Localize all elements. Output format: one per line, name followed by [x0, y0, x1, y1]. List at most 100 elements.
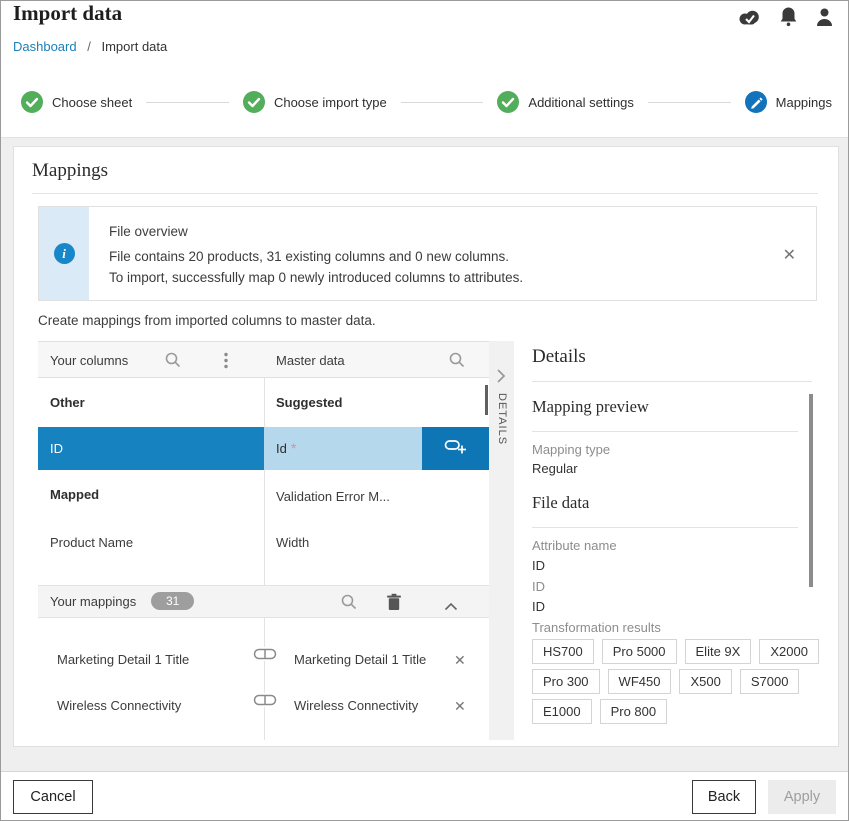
footer-bar: Cancel Back Apply [1, 771, 848, 820]
suggested-target-label: Id [276, 441, 287, 456]
transformation-chip: Pro 5000 [602, 639, 677, 664]
chain-link-icon [252, 647, 278, 661]
step-label: Choose import type [274, 95, 387, 110]
step-connector [146, 102, 229, 103]
transformation-chip: WF450 [608, 669, 672, 694]
user-icon[interactable] [815, 7, 834, 27]
card-title: Mappings [32, 160, 108, 182]
kebab-menu-icon[interactable] [224, 352, 228, 374]
your-columns-header: Your columns [50, 353, 128, 368]
step-choose-sheet[interactable]: Choose sheet [21, 91, 132, 113]
header-actions [737, 6, 834, 27]
page-header: Import data Dashboard / Import data [1, 1, 848, 138]
transformation-chip-row: HS700 Pro 5000 Elite 9X X2000 [532, 639, 819, 664]
step-choose-import-type[interactable]: Choose import type [243, 91, 387, 113]
transformation-chip: Pro 800 [600, 699, 668, 724]
step-label: Mappings [776, 95, 832, 110]
trash-icon[interactable] [386, 593, 402, 616]
back-button[interactable]: Back [692, 780, 756, 814]
breadcrumb-separator: / [87, 39, 91, 54]
chain-link-icon [252, 693, 278, 707]
step-label: Choose sheet [52, 95, 132, 110]
step-label: Additional settings [528, 95, 634, 110]
master-data-item[interactable]: Width [276, 535, 309, 550]
page-title: Import data [13, 1, 122, 26]
file-data-heading: File data [532, 493, 589, 513]
check-icon [497, 91, 519, 113]
info-icon: i [54, 243, 75, 264]
cancel-button[interactable]: Cancel [13, 780, 93, 814]
transformation-chip: E1000 [532, 699, 592, 724]
infobox-title: File overview [109, 224, 188, 239]
pencil-icon [745, 91, 767, 113]
attribute-value: ID [532, 579, 545, 594]
remove-mapping-icon[interactable]: ✕ [454, 698, 466, 715]
search-icon[interactable] [448, 351, 466, 374]
details-scrollbar[interactable] [809, 394, 813, 587]
search-icon[interactable] [164, 351, 182, 374]
remove-mapping-icon[interactable]: ✕ [454, 652, 466, 669]
infobox-accent-strip: i [39, 207, 89, 300]
wizard-stepper: Choose sheet Choose import type Addition… [21, 87, 832, 117]
file-overview-infobox: i File overview File contains 20 product… [38, 206, 817, 301]
step-mappings[interactable]: Mappings [745, 91, 832, 113]
transformation-chip: S7000 [740, 669, 800, 694]
page-content: Mappings i File overview File contains 2… [1, 138, 848, 773]
transformation-chip-row: E1000 Pro 800 [532, 699, 667, 724]
check-icon [243, 91, 265, 113]
mappings-card: Mappings i File overview File contains 2… [13, 146, 839, 747]
columns-mapping-table: Your columns Master data Other Suggested [38, 341, 489, 740]
mapping-instructions: Create mappings from imported columns to… [38, 313, 376, 328]
chevron-right-icon[interactable] [497, 369, 505, 388]
divider [32, 193, 818, 194]
mapping-source-label: Wireless Connectivity [57, 698, 181, 713]
notifications-bell-icon[interactable] [779, 6, 798, 27]
details-panel: Details Mapping preview Mapping type Reg… [514, 341, 828, 740]
link-add-icon [444, 438, 468, 460]
create-mapping-button[interactable] [422, 427, 489, 470]
transformation-results-label: Transformation results [532, 620, 661, 635]
mapping-type-value: Regular [532, 461, 578, 476]
mapping-source-label: Marketing Detail 1 Title [57, 652, 189, 667]
apply-button[interactable]: Apply [768, 780, 836, 814]
divider [532, 381, 812, 382]
step-additional-settings[interactable]: Additional settings [497, 91, 634, 113]
mapping-preview-heading: Mapping preview [532, 397, 649, 417]
group-suggested-label: Suggested [276, 395, 342, 410]
master-data-scrollbar[interactable] [485, 385, 488, 415]
attribute-value: ID [532, 599, 545, 614]
step-connector [401, 102, 484, 103]
check-icon [21, 91, 43, 113]
transformation-chip-row: Pro 300 WF450 X500 S7000 [532, 669, 799, 694]
cloud-sync-icon[interactable] [737, 7, 762, 27]
your-mappings-label: Your mappings [50, 594, 136, 609]
mapping-type-label: Mapping type [532, 442, 610, 457]
suggested-target-id[interactable]: Id * [264, 427, 422, 470]
breadcrumb-dashboard-link[interactable]: Dashboard [13, 39, 77, 54]
step-connector [648, 102, 731, 103]
divider [532, 431, 798, 432]
transformation-chip: X2000 [759, 639, 819, 664]
your-mappings-bar[interactable]: Your mappings 31 [38, 585, 489, 618]
mapping-target-label: Wireless Connectivity [294, 698, 418, 713]
search-icon[interactable] [340, 593, 358, 616]
transformation-chip: Elite 9X [685, 639, 752, 664]
close-icon[interactable]: ✕ [783, 245, 796, 265]
mappings-count-badge: 31 [151, 592, 194, 610]
required-marker: * [291, 440, 296, 456]
details-title: Details [532, 346, 586, 368]
source-column-item[interactable]: Product Name [50, 535, 133, 550]
divider [532, 527, 798, 528]
selected-source-column-id[interactable]: ID [38, 427, 264, 470]
breadcrumb: Dashboard / Import data [13, 39, 167, 54]
details-tab-label: DETAILS [496, 393, 508, 445]
details-collapse-strip[interactable]: DETAILS [489, 341, 514, 740]
master-data-item[interactable]: Validation Error M... [276, 489, 390, 504]
attribute-name-label: Attribute name [532, 538, 617, 553]
group-other-label: Other [50, 395, 85, 410]
chevron-up-icon[interactable] [444, 598, 458, 616]
table-header: Your columns Master data [38, 341, 489, 378]
transformation-chip: Pro 300 [532, 669, 600, 694]
infobox-text-line2: To import, successfully map 0 newly intr… [109, 270, 523, 285]
mapping-target-label: Marketing Detail 1 Title [294, 652, 426, 667]
